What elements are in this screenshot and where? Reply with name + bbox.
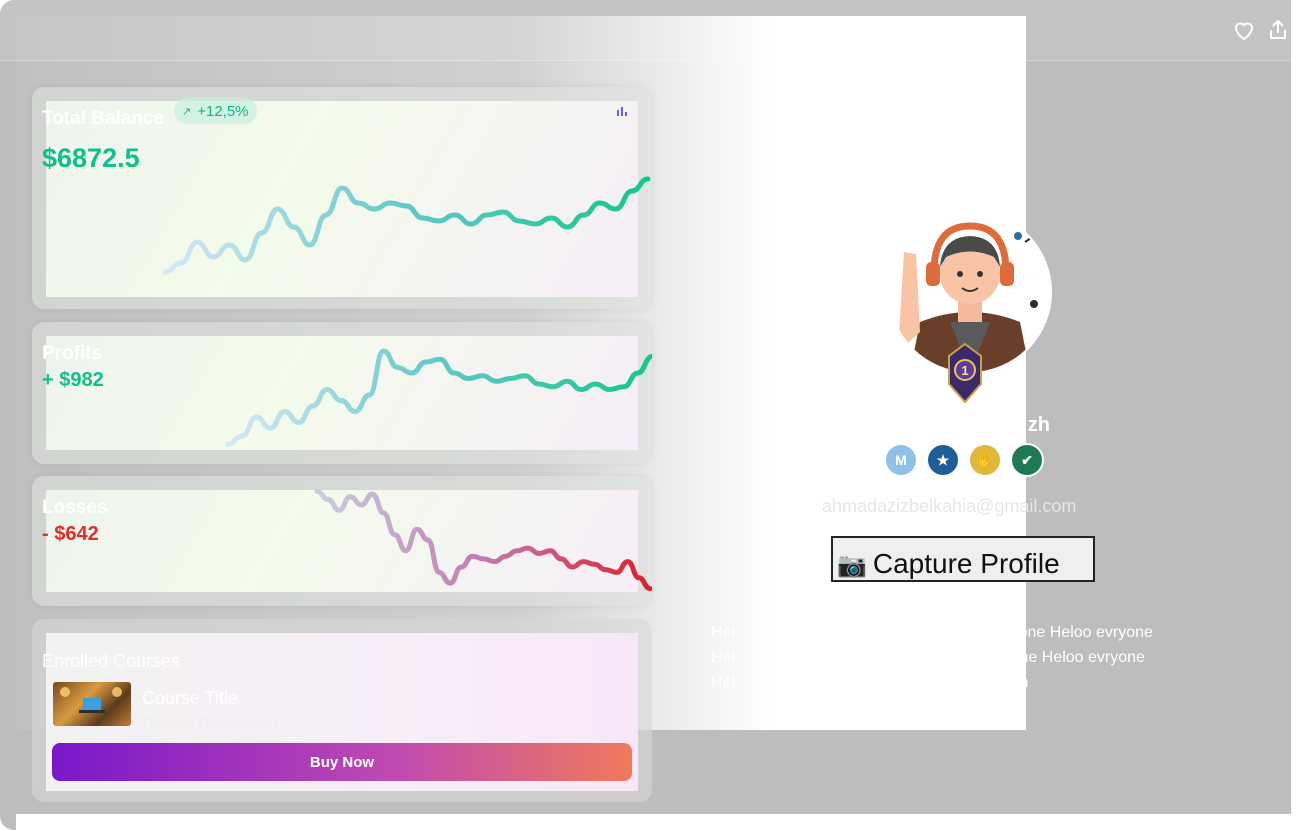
losses-title: Losses [42,497,108,518]
enrolled-courses-heading: Enrolled Courses [42,651,181,671]
profile-bio: Hel yone Heloo evryone Hel one Heloo evr… [711,620,1191,695]
buy-now-button[interactable]: Buy Now [52,743,632,781]
losses-chart [314,488,652,592]
arrow-up-right-icon: ↗ [182,105,192,118]
profits-card: Profits + $982 [32,322,652,464]
heart-icon[interactable] [1232,18,1256,42]
losses-value: - $642 [42,523,99,545]
change-badge: ↗ +12,5% [174,98,257,124]
course-thumbnail[interactable] [53,682,131,726]
bottom-edge [16,814,1292,830]
profile-name: zh [1027,414,1050,436]
bio-line: Hel yone Heloo evryone [711,624,1153,641]
course-description: Course Description [142,716,279,733]
losses-card: Losses - $642 [32,476,652,606]
course-title[interactable]: Course Title [142,688,238,709]
losses-series-line [314,488,652,592]
bar-chart-icon[interactable] [616,102,628,121]
camera-icon: 📷 [837,552,867,579]
capture-profile-label: Capture Profile [872,548,1060,579]
badge-star[interactable]: ★ [928,445,958,475]
profile-email: ahmadazizbelkahia@gmail.com [822,496,1077,516]
page-right-edge [1291,0,1307,830]
badge-verified[interactable]: ✔ [1012,445,1042,475]
total-balance-card: Total Balance ↗ +12,5% $6872.5 [32,87,652,309]
total-balance-value: $6872.5 [42,143,140,173]
enrolled-courses-card: Enrolled Courses Course Title Course Des… [32,619,652,802]
bio-line: Hel one Heloo evryone [711,649,1145,666]
badge-member[interactable]: M [886,445,916,475]
app-window: Total Balance ↗ +12,5% $6872.5 Profits +… [0,0,1307,830]
change-text: +12,5% [197,102,249,120]
profits-chart [225,348,652,447]
capture-profile-button[interactable]: 📷 Capture Profile [831,536,1095,582]
badge-handshake[interactable]: ✋ [970,445,1000,475]
rank-number: 1 [961,363,968,378]
share-icon[interactable] [1266,18,1290,42]
total-series-line [162,176,651,275]
rank-emblem: 1 [946,342,984,408]
bio-line: Hel on [711,674,1029,691]
badge-row: M ★ ✋ ✔ [886,445,1042,475]
profits-value: + $982 [42,369,104,391]
profits-title: Profits [42,343,103,364]
profits-series-line [225,348,652,447]
total-balance-title: Total Balance [42,108,165,129]
